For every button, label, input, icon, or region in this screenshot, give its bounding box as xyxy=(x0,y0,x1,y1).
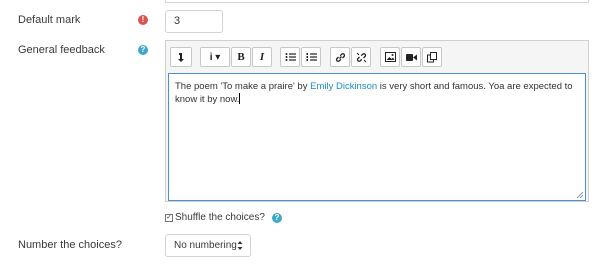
emily-dickinson-link[interactable]: Emily Dickinson xyxy=(310,81,377,92)
question-icon[interactable]: ? xyxy=(138,45,148,55)
paragraph-styles-icon[interactable]: i ▾ xyxy=(200,47,230,67)
video-icon[interactable] xyxy=(401,47,421,67)
toggle-toolbar-icon[interactable] xyxy=(170,47,192,67)
text-caret xyxy=(239,93,241,104)
feedback-text-area[interactable]: The poem 'To make a praire' by Emily Dic… xyxy=(168,73,586,201)
shuffle-label[interactable]: Shuffle the choices? xyxy=(175,212,265,223)
default-mark-input[interactable]: 3 xyxy=(165,10,223,33)
unlink-icon[interactable] xyxy=(351,47,371,67)
numbering-label: Number the choices? xyxy=(18,239,122,251)
previous-editor-bottom xyxy=(165,0,589,3)
link-icon[interactable] xyxy=(330,47,350,67)
feedback-text-before: The poem 'To make a praire' by xyxy=(175,81,311,92)
ordered-list-icon[interactable] xyxy=(301,47,321,67)
general-feedback-editor: i ▾ B I The poem 'To make a praire' by E… xyxy=(165,40,589,202)
manage-files-icon[interactable] xyxy=(422,47,442,67)
resize-handle-icon[interactable] xyxy=(576,191,583,198)
numbering-selected-value: No numbering xyxy=(174,240,237,251)
default-mark-label: Default mark xyxy=(18,14,81,26)
general-feedback-label: General feedback xyxy=(18,44,105,56)
image-icon[interactable] xyxy=(380,47,400,67)
shuffle-checkbox[interactable]: ✓ xyxy=(165,213,173,222)
exclamation-icon: ! xyxy=(138,15,148,25)
question-icon[interactable]: ? xyxy=(271,212,282,223)
italic-button[interactable]: I xyxy=(252,47,272,67)
unordered-list-icon[interactable] xyxy=(280,47,300,67)
updown-arrows-icon xyxy=(237,235,243,264)
shuffle-checkbox-row: ✓ Shuffle the choices? ? xyxy=(165,212,282,223)
bold-button[interactable]: B xyxy=(231,47,251,67)
numbering-select[interactable]: No numbering xyxy=(165,234,251,257)
